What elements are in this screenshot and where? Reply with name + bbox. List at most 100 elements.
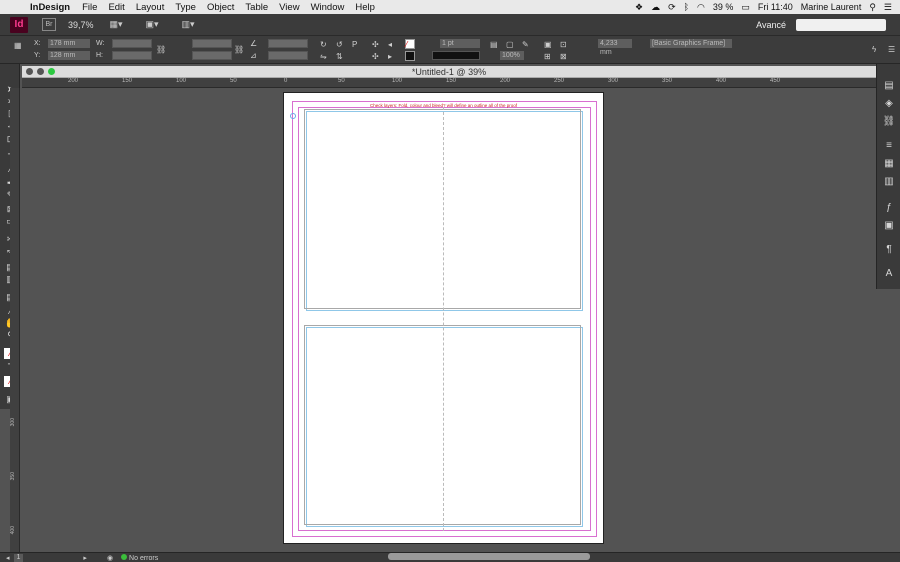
stroke-swatch-icon[interactable]	[405, 51, 415, 61]
ruler-label: 350	[10, 472, 16, 481]
panel-menu-icon[interactable]: ☰	[888, 45, 895, 54]
fill-frame-icon[interactable]: ⊠	[560, 52, 567, 61]
x-field[interactable]: 178 mm	[48, 39, 90, 48]
effects-panel-icon[interactable]: ƒ	[882, 202, 896, 214]
menu-object[interactable]: Object	[207, 2, 234, 13]
ruler-label: 150	[122, 78, 133, 84]
preflight-status[interactable]: No errors	[121, 553, 158, 562]
effects-icon[interactable]: ✎	[522, 40, 529, 49]
menu-table[interactable]: Table	[245, 2, 268, 13]
battery-text[interactable]: 39 %	[713, 2, 734, 12]
menu-list-icon[interactable]: ☰	[884, 2, 892, 13]
text-wrap-icon[interactable]: ▤	[490, 40, 498, 49]
spotlight-icon[interactable]: ⚲	[869, 2, 876, 13]
wifi-icon[interactable]: ◠	[697, 2, 705, 13]
menu-file[interactable]: File	[82, 2, 97, 13]
screen-mode-icon[interactable]: ▣▾	[146, 19, 166, 31]
document-page[interactable]: Check layers: Fold, colour and bleed? wi…	[283, 92, 604, 544]
select-next-icon[interactable]: ▸	[388, 52, 392, 61]
layers-panel-icon[interactable]: ◈	[882, 98, 896, 110]
control-panel: ▦ X: 178 mm Y: 128 mm W: H: ⛓ ⛓ ∠ ⊿ ↻ ↺ …	[0, 36, 900, 64]
text-wrap-panel-icon[interactable]: ▣	[882, 220, 896, 232]
lightning-icon[interactable]: ϟ	[872, 45, 876, 54]
ruler-label: 300	[10, 418, 16, 427]
menu-view[interactable]: View	[279, 2, 299, 13]
first-page-icon[interactable]: ◂	[6, 554, 10, 562]
ruler-label: 100	[176, 78, 187, 84]
workspace-switcher[interactable]: Avancé	[756, 20, 786, 30]
fit-frame-icon[interactable]: ▣	[544, 40, 552, 49]
paragraph-icon[interactable]: P	[352, 40, 357, 49]
ruler-label: 200	[500, 78, 511, 84]
rotate-icon: ∠	[250, 39, 258, 48]
character-styles-panel-icon[interactable]: A	[882, 268, 896, 280]
select-prev-icon[interactable]: ◂	[388, 40, 392, 49]
reference-point-icon[interactable]: ▦	[14, 41, 22, 50]
stroke-type-select[interactable]	[432, 51, 480, 60]
scale-x-field[interactable]	[192, 39, 232, 48]
minimize-window-icon[interactable]	[37, 68, 44, 75]
dimension-field[interactable]: 4,233 mm	[598, 39, 632, 56]
constrain-proportions-icon[interactable]: ⛓	[156, 45, 166, 54]
clock[interactable]: Fri 11:40	[758, 2, 793, 12]
ruler-label: 50	[338, 78, 345, 84]
document-tab[interactable]: *Untitled-1 @ 39%	[22, 66, 876, 78]
vertical-ruler[interactable]: 300 350 400	[10, 88, 20, 552]
preflight-icon[interactable]: ◉	[107, 554, 113, 562]
bridge-button[interactable]: Br	[42, 18, 56, 31]
scale-y-field[interactable]	[192, 51, 232, 60]
object-style-select[interactable]: [Basic Graphics Frame]	[650, 39, 732, 48]
y-field[interactable]: 128 mm	[48, 51, 90, 60]
ruler-label: 400	[716, 78, 727, 84]
corner-options-icon[interactable]: ▢	[506, 40, 514, 49]
select-content-icon[interactable]: ✣	[372, 52, 379, 61]
height-field[interactable]	[112, 51, 152, 60]
view-options-icon[interactable]: ▦▾	[110, 19, 130, 31]
sync-icon[interactable]: ⟳	[668, 2, 676, 13]
opacity-field[interactable]: 100%	[500, 51, 524, 60]
paragraph-styles-panel-icon[interactable]: ¶	[882, 244, 896, 256]
app-name-menu[interactable]: InDesign	[30, 2, 70, 13]
fit-content-icon[interactable]: ⊡	[560, 40, 567, 49]
constrain-scale-icon[interactable]: ⛓	[234, 45, 244, 54]
menu-layout[interactable]: Layout	[136, 2, 165, 13]
horizontal-ruler[interactable]: 200 150 100 50 0 50 100 150 200 250 300 …	[22, 78, 876, 88]
ruler-label: 300	[608, 78, 619, 84]
rotate-ccw-icon[interactable]: ↺	[336, 40, 343, 49]
cloud-icon[interactable]: ☁	[651, 2, 660, 13]
rotation-field[interactable]	[268, 39, 308, 48]
gradient-panel-icon[interactable]: ▥	[882, 176, 896, 188]
search-stock-input[interactable]	[796, 18, 886, 31]
flip-horizontal-icon[interactable]: ⇋	[320, 52, 327, 61]
stroke-weight-field[interactable]: 1 pt	[440, 39, 480, 48]
bluetooth-icon[interactable]: ᛒ	[684, 2, 689, 12]
next-page-icon[interactable]: ▸	[83, 554, 87, 562]
menu-edit[interactable]: Edit	[108, 2, 124, 13]
flip-vertical-icon[interactable]: ⇅	[336, 52, 343, 61]
page-number-field[interactable]: 1	[13, 553, 24, 562]
menu-type[interactable]: Type	[175, 2, 196, 13]
user-name[interactable]: Marine Laurent	[801, 2, 862, 12]
fill-swatch-icon[interactable]: ⁄	[405, 39, 415, 49]
select-container-icon[interactable]: ✣	[372, 40, 379, 49]
frame-anchor-icon[interactable]	[290, 113, 296, 119]
close-window-icon[interactable]	[26, 68, 33, 75]
center-content-icon[interactable]: ⊞	[544, 52, 551, 61]
shear-field[interactable]	[268, 51, 308, 60]
zoom-select[interactable]: 39,7%	[68, 20, 94, 30]
w-label: W:	[96, 40, 105, 47]
width-field[interactable]	[112, 39, 152, 48]
links-panel-icon[interactable]: ⛓	[882, 116, 896, 128]
arrange-documents-icon[interactable]: ▥▾	[182, 19, 202, 31]
pages-panel-icon[interactable]: ▤	[882, 80, 896, 92]
menu-help[interactable]: Help	[355, 2, 375, 13]
fullscreen-window-icon[interactable]	[48, 68, 55, 75]
dropbox-icon[interactable]: ❖	[635, 2, 643, 13]
menu-window[interactable]: Window	[311, 2, 345, 13]
preflight-ok-icon	[121, 553, 128, 560]
stroke-panel-icon[interactable]: ≡	[882, 140, 896, 152]
rotate-cw-icon[interactable]: ↻	[320, 40, 327, 49]
ruler-label: 100	[392, 78, 403, 84]
horizontal-scrollbar[interactable]	[388, 553, 590, 560]
swatches-panel-icon[interactable]: ▦	[882, 158, 896, 170]
